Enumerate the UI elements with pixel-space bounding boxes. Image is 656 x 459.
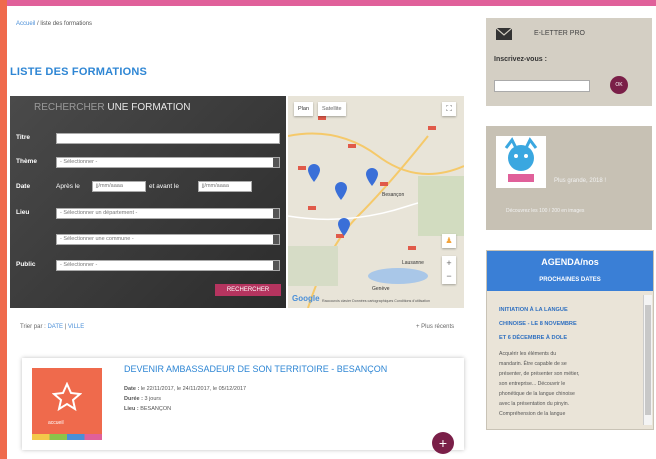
zoom-control: + − (442, 256, 456, 284)
newsletter-box: E-LETTER PRO Inscrivez-vous : OK (486, 18, 652, 106)
map-marker-icon[interactable] (366, 168, 378, 186)
street-view-icon[interactable]: ♟ (442, 234, 456, 248)
agenda-event-title[interactable]: CHINOISE - LE 8 NOVEMBRE (499, 321, 577, 327)
department-select[interactable]: - Sélectionner un département - (56, 208, 280, 219)
agenda-event-title[interactable]: ET 6 DÉCEMBRE À DOLE (499, 335, 567, 341)
breadcrumb: Accueil / liste des formations (16, 21, 92, 27)
theme-select[interactable]: - Sélectionner - (56, 157, 280, 168)
map-canvas (288, 96, 464, 308)
date-end-input[interactable]: jj/mm/aaaa (198, 181, 252, 192)
agenda-event-desc: avec la présentation du pinyin. (499, 401, 570, 407)
training-duration: Durée : 3 jours (124, 396, 161, 402)
map-marker-icon[interactable] (308, 164, 320, 182)
zoom-out-button[interactable]: − (442, 270, 456, 284)
map-marker-icon[interactable] (335, 182, 347, 200)
search-heading: RECHERCHER UNE FORMATION (34, 102, 191, 113)
place-label: Lieu (16, 209, 30, 216)
theme-label: Thème (16, 158, 37, 165)
google-logo: Google (292, 294, 320, 303)
place-key: Lieu : (124, 406, 139, 412)
training-date: Date : le 22/11/2017, le 24/11/2017, le … (124, 386, 246, 392)
agenda-subtitle: PROCHAINES DATES (539, 277, 601, 283)
title-label: Titre (16, 134, 30, 141)
training-image: accueil (32, 368, 102, 440)
agenda-event-desc: Acquérir les éléments du (499, 351, 557, 357)
breadcrumb-current: liste des formations (40, 21, 93, 27)
fullscreen-icon[interactable]: ⛶ (442, 102, 456, 116)
training-place: Lieu : BESANÇON (124, 406, 171, 412)
sort-by-city-link[interactable]: VILLE (68, 324, 84, 330)
search-panel: RECHERCHER UNE FORMATION Titre Thème - S… (10, 96, 286, 308)
title-input[interactable] (56, 133, 280, 144)
agenda-event-title[interactable]: INITIATION À LA LANGUE (499, 307, 568, 313)
training-image-caption: accueil (48, 420, 64, 426)
map-tab-satellite[interactable]: Satellite (318, 102, 346, 116)
color-stripe (32, 434, 102, 440)
map-attribution: Raccourcis clavier Données cartographiqu… (322, 299, 430, 303)
more-recent-link[interactable]: + Plus récents (416, 324, 454, 330)
training-title[interactable]: DEVENIR AMBASSADEUR DE SON TERRITOIRE - … (124, 364, 387, 374)
date-key: Date : (124, 386, 140, 392)
commune-select[interactable]: - Sélectionner une commune - (56, 234, 280, 245)
agenda-event-desc: phonétique de la langue chinoise (499, 391, 575, 397)
agenda-title: AGENDA/nos (541, 257, 599, 267)
map-city-label: Genève (372, 286, 390, 292)
sort-bar: Trier par : DATE | VILLE (20, 324, 84, 330)
zoom-in-button[interactable]: + (442, 256, 456, 270)
training-card[interactable]: accueil DEVENIR AMBASSADEUR DE SON TERRI… (22, 358, 464, 450)
breadcrumb-home-link[interactable]: Accueil (16, 21, 35, 27)
search-heading-light: RECHERCHER (34, 102, 105, 113)
date-start-input[interactable]: jj/mm/aaaa (92, 181, 146, 192)
date-value: le 22/11/2017, le 24/11/2017, le 05/12/2… (140, 386, 247, 392)
newsletter-label: Inscrivez-vous : (494, 56, 547, 63)
search-button[interactable]: RECHERCHER (215, 284, 281, 296)
newsletter-title: E-LETTER PRO (534, 30, 585, 37)
promo-subtitle: Découvrez les 100 / 200 en images (506, 208, 585, 214)
page-title: LISTE DES FORMATIONS (10, 66, 148, 78)
star-icon (52, 382, 82, 412)
map[interactable]: Plan Satellite Besançon Genève Lausanne … (288, 96, 464, 308)
top-accent-bar (0, 0, 656, 6)
date-after-label: Après le (56, 183, 80, 190)
sort-label: Trier par : (20, 324, 46, 330)
map-marker-icon[interactable] (338, 218, 350, 236)
agenda-header: AGENDA/nos PROCHAINES DATES (487, 251, 653, 291)
date-label: Date (16, 183, 31, 190)
search-heading-bold: UNE FORMATION (107, 102, 191, 113)
agenda-event-desc: mandarin. Être capable de se (499, 361, 567, 367)
more-details-button[interactable]: + (432, 432, 454, 454)
agenda-event-desc: son entreprise... Découvrir le (499, 381, 566, 387)
public-label: Public (16, 261, 36, 268)
agenda-box: AGENDA/nos PROCHAINES DATES INITIATION À… (486, 250, 654, 430)
agenda-event-desc: Compréhension de la langue (499, 411, 566, 417)
agenda-scroll-thumb[interactable] (645, 305, 651, 415)
newsletter-ok-button[interactable]: OK (610, 76, 628, 94)
map-city-label: Lausanne (402, 260, 424, 266)
duration-value: 3 jours (144, 396, 161, 402)
newsletter-email-input[interactable] (494, 80, 590, 92)
map-tab-plan[interactable]: Plan (294, 102, 314, 116)
agenda-scrollbar[interactable] (643, 295, 652, 425)
map-city-label: Besançon (382, 192, 405, 198)
sort-by-date-link[interactable]: DATE (47, 324, 63, 330)
promo-title: Plus grande, 2018 ! (554, 178, 607, 184)
mascot-image (496, 136, 546, 188)
duration-key: Durée : (124, 396, 143, 402)
public-select[interactable]: - Sélectionner - (56, 260, 280, 271)
sort-separator: | (64, 324, 67, 330)
place-value: BESANÇON (140, 406, 172, 412)
agenda-event-desc: présenter, de présenter son métier, (499, 371, 580, 377)
promo-box[interactable]: Plus grande, 2018 ! Découvrez les 100 / … (486, 126, 652, 230)
left-accent-bar (0, 0, 7, 459)
date-before-label: et avant le (149, 183, 179, 190)
envelope-icon (496, 28, 512, 40)
